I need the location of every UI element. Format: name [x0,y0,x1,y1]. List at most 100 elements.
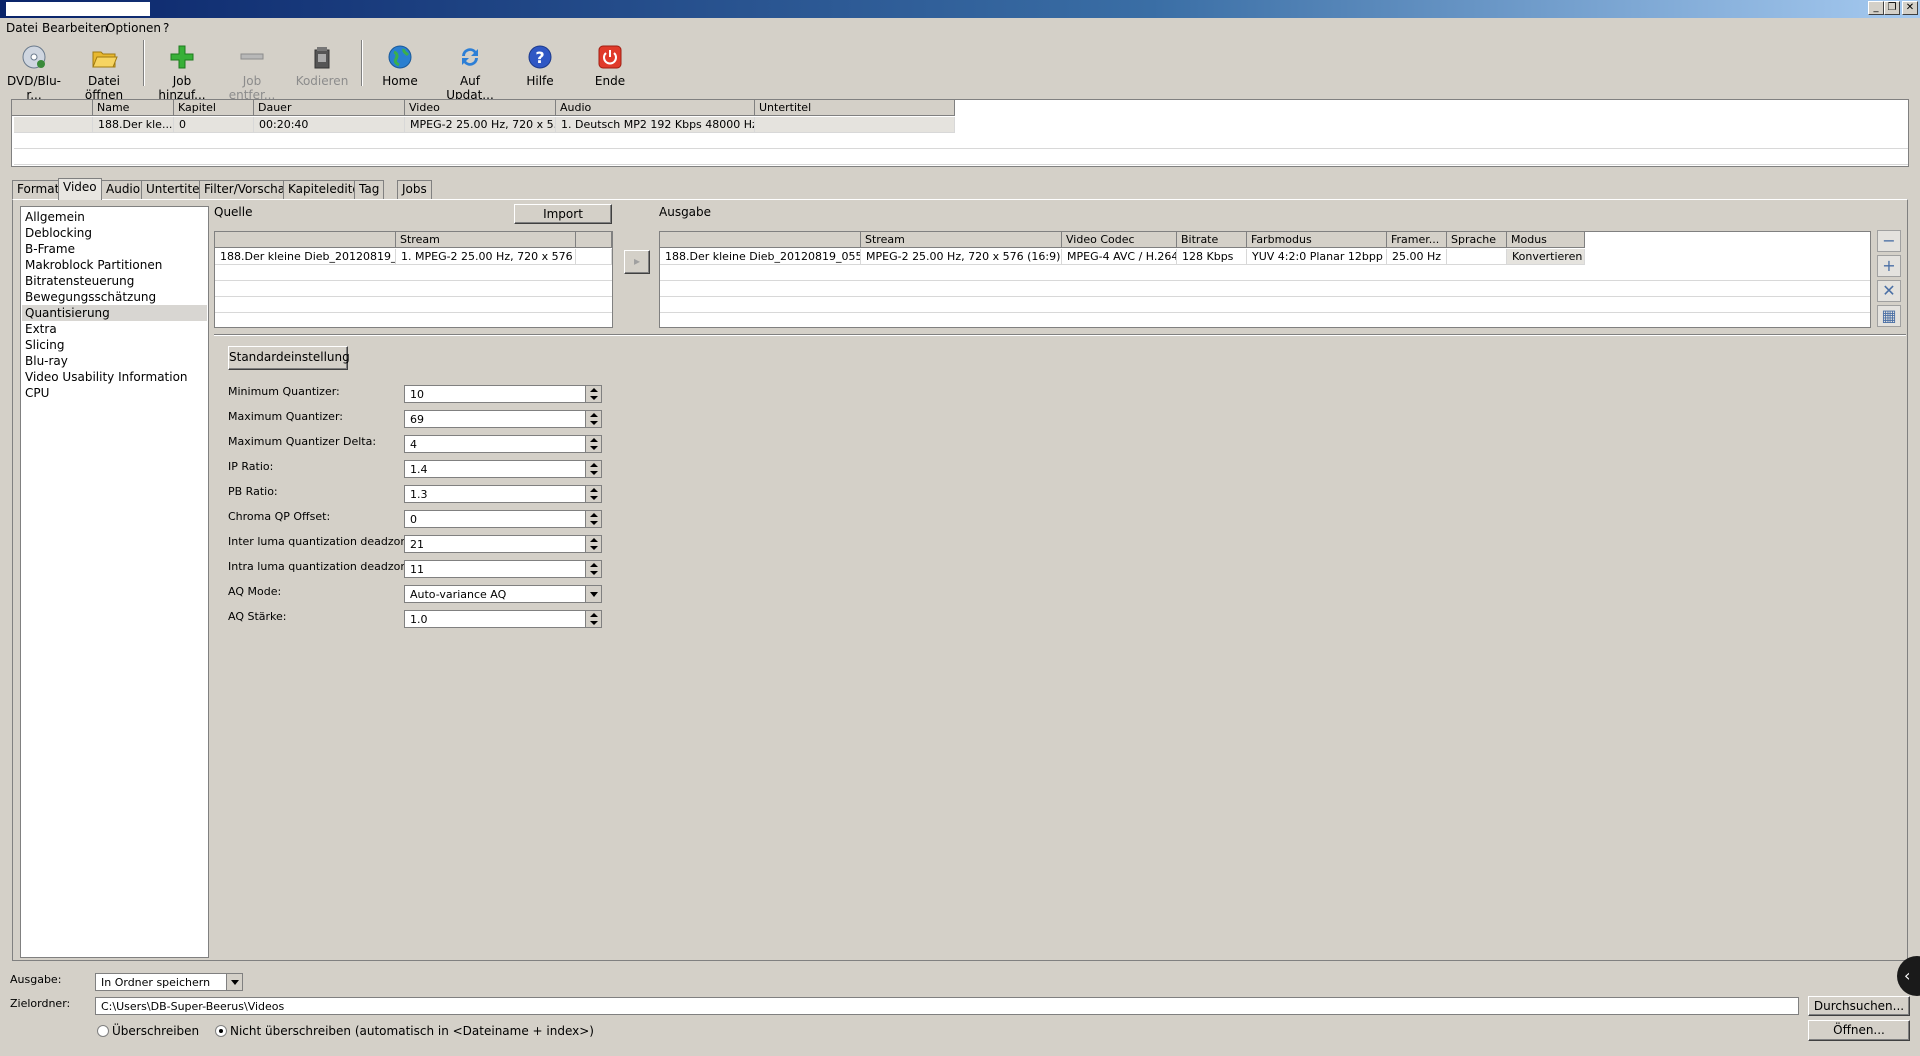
list-item[interactable]: Extra [25,321,57,337]
column-header[interactable]: Sprache [1447,232,1507,248]
spin-arrows-icon[interactable] [585,461,601,477]
list-item-selected[interactable]: Quantisierung [22,305,207,321]
field-value: 10 [410,388,424,401]
spin-arrows-icon[interactable] [585,536,601,552]
column-header[interactable]: Name [93,100,174,116]
add-job-button[interactable]: Job hinzuf... [148,42,216,102]
film-icon [314,47,330,69]
min-quantizer-stepper[interactable]: 10 [404,385,602,403]
help-button[interactable]: ? Hilfe [506,42,574,88]
column-header[interactable] [576,232,612,248]
list-item[interactable]: Deblocking [25,225,92,241]
tab-video[interactable]: Video [58,178,102,200]
column-header[interactable] [12,100,93,116]
column-header[interactable]: Stream [396,232,576,248]
column-header[interactable]: Framer... [1387,232,1447,248]
field-label: Intra luma quantization deadzone: [228,560,418,573]
minimize-button[interactable]: _ [1868,1,1884,15]
table-row[interactable]: 188.Der kleine Dieb_20120819_0555.ts MPE… [660,249,1585,265]
overwrite-radio[interactable] [97,1025,109,1037]
chevron-down-icon[interactable] [226,974,242,990]
default-settings-button[interactable]: Standardeinstellung [228,346,350,370]
grid-settings-button[interactable]: ▦ [1877,305,1901,327]
output-mode-select[interactable]: In Ordner speichern [95,973,243,991]
folder-open-icon [92,51,118,68]
aq-strength-stepper[interactable]: 1.0 [404,610,602,628]
tab-untertitel[interactable]: Untertitel [141,180,208,199]
field-label: PB Ratio: [228,485,278,498]
tab-format[interactable]: Format [12,180,65,199]
menu-datei[interactable]: Datei [6,21,38,35]
chroma-qp-offset-stepper[interactable]: 0 [404,510,602,528]
list-item[interactable]: Blu-ray [25,353,68,369]
column-header[interactable]: Modus [1507,232,1585,248]
open-output-button[interactable]: Öffnen... [1808,1020,1910,1041]
pb-ratio-stepper[interactable]: 1.3 [404,485,602,503]
cell: 188.Der kleine Dieb_20120819_0555.ts [660,249,861,265]
exit-button[interactable]: Ende [576,42,644,88]
column-header[interactable]: Audio [556,100,755,116]
list-item[interactable]: Slicing [25,337,64,353]
spin-arrows-icon[interactable] [585,511,601,527]
browse-button[interactable]: Durchsuchen... [1808,996,1910,1016]
chevron-down-icon[interactable] [585,586,601,602]
spin-arrows-icon[interactable] [585,386,601,402]
list-item[interactable]: B-Frame [25,241,75,257]
list-item[interactable]: Video Usability Information [25,369,188,385]
column-header[interactable] [215,232,396,248]
intra-luma-deadzone-stepper[interactable]: 11 [404,560,602,578]
open-file-button[interactable]: Datei öffnen [70,42,138,102]
menu-optionen[interactable]: Optionen [106,21,161,35]
add-stream-button[interactable]: + [1877,255,1901,277]
no-overwrite-radio[interactable] [215,1025,227,1037]
dvd-bluray-button[interactable]: DVD/Blu-r... [0,42,68,102]
home-button[interactable]: Home [366,42,434,88]
globe-icon [388,45,412,69]
spin-arrows-icon[interactable] [585,486,601,502]
inter-luma-deadzone-stepper[interactable]: 21 [404,535,602,553]
remove-stream-button[interactable]: − [1877,230,1901,252]
column-header[interactable]: Video [405,100,556,116]
target-folder-input[interactable]: C:\Users\DB-Super-Beerus\Videos [95,997,1799,1015]
max-quantizer-delta-stepper[interactable]: 4 [404,435,602,453]
import-button[interactable]: Import [514,204,612,224]
column-header[interactable]: Video Codec [1062,232,1177,248]
check-updates-button[interactable]: Auf Updat... [436,42,504,102]
svg-text:?: ? [535,48,544,67]
column-header[interactable]: Dauer [254,100,405,116]
spin-arrows-icon[interactable] [585,436,601,452]
column-header[interactable]: Untertitel [755,100,955,116]
column-header[interactable]: Stream [861,232,1062,248]
column-header[interactable]: Bitrate [1177,232,1247,248]
restore-button[interactable]: ❐ [1884,1,1900,15]
delete-stream-button[interactable]: ✕ [1877,280,1901,302]
tab-jobs[interactable]: Jobs [397,180,432,199]
column-header[interactable] [660,232,861,248]
transfer-arrow-button[interactable]: ▸ [624,250,650,274]
column-header[interactable]: Kapitel [174,100,254,116]
field-value: 11 [410,563,424,576]
menu-help[interactable]: ? [163,21,169,35]
column-header[interactable]: Farbmodus [1247,232,1387,248]
max-quantizer-stepper[interactable]: 69 [404,410,602,428]
list-item[interactable]: Allgemein [25,209,85,225]
list-item[interactable]: Bewegungsschätzung [25,289,156,305]
aq-mode-select[interactable]: Auto-variance AQ [404,585,602,603]
encode-button[interactable]: Kodieren [288,42,356,88]
list-item[interactable]: CPU [25,385,49,401]
menu-bearbeiten[interactable]: Bearbeiten [42,21,108,35]
spin-arrows-icon[interactable] [585,611,601,627]
table-row[interactable]: 188.Der kleine Dieb_20120819_0... 1. MPE… [215,249,612,265]
list-item[interactable]: Bitratensteuerung [25,273,134,289]
tab-tag[interactable]: Tag [354,180,385,199]
remove-job-button[interactable]: Job entfer... [218,42,286,102]
tab-audio[interactable]: Audio [101,180,146,199]
table-row[interactable]: 188.Der kle... 0 00:20:40 MPEG-2 25.00 H… [14,117,955,133]
floating-collapse-button[interactable]: ‹ [1897,956,1920,996]
field-label: Inter luma quantization deadzone: [228,535,418,548]
ip-ratio-stepper[interactable]: 1.4 [404,460,602,478]
spin-arrows-icon[interactable] [585,411,601,427]
list-item[interactable]: Makroblock Partitionen [25,257,162,273]
spin-arrows-icon[interactable] [585,561,601,577]
close-window-button[interactable]: ✕ [1902,1,1918,15]
